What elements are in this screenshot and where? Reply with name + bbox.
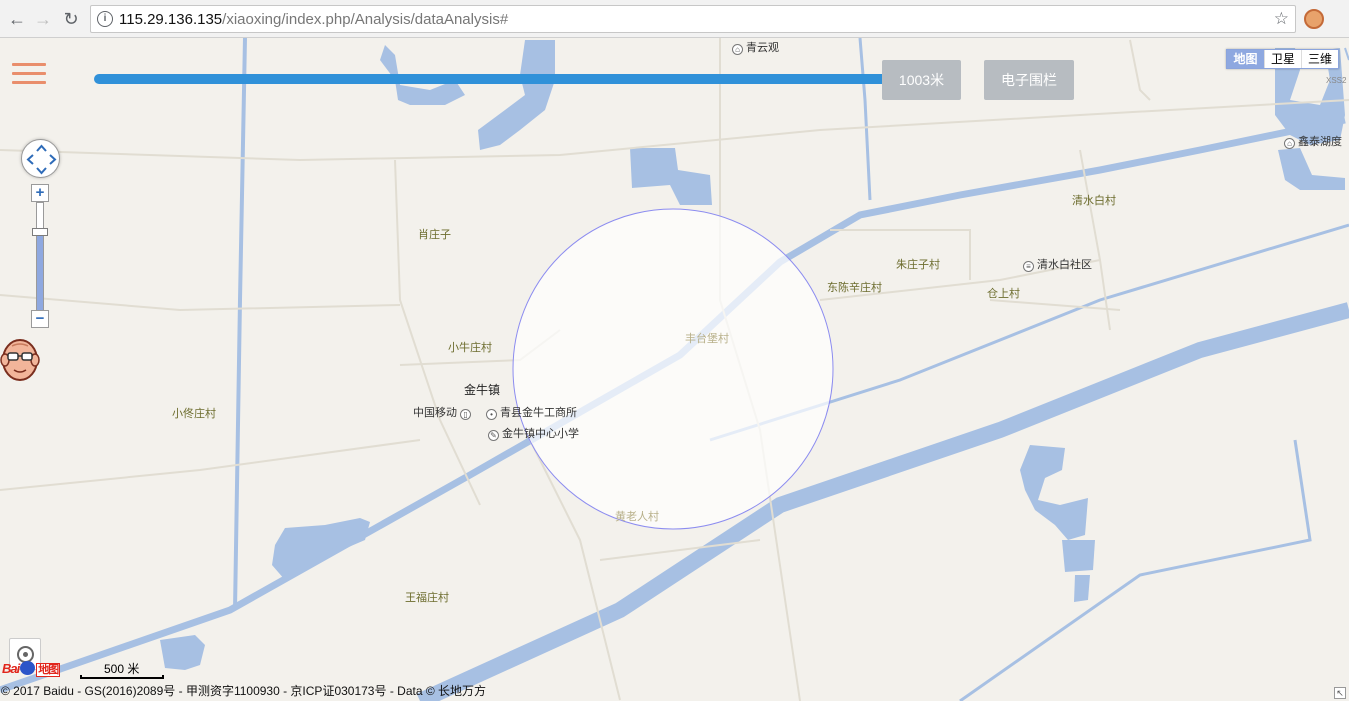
corner-tag: XSS2 — [1326, 76, 1347, 85]
poi-label: 青云观 — [746, 42, 779, 54]
geofence-button[interactable]: 电子围栏 — [984, 60, 1074, 100]
poi-dongchenxinzhuangcun[interactable]: 东陈辛庄村 — [827, 279, 882, 295]
zoom-slider-fill — [37, 234, 43, 310]
map-type-map[interactable]: 地图 — [1227, 50, 1264, 68]
map-type-satellite[interactable]: 卫星 — [1264, 50, 1301, 68]
poi-xintaihudu[interactable]: ⌂ 鑫泰湖度 — [1284, 133, 1342, 149]
back-arrow-icon[interactable]: ← — [6, 8, 28, 30]
poi-zhongxinxiaoxue[interactable]: ✎ 金牛镇中心小学 — [488, 425, 579, 441]
map-background — [0, 38, 1349, 701]
info-icon[interactable]: i — [97, 11, 113, 27]
poi-huanglaorencun[interactable]: 黄老人村 — [615, 508, 659, 524]
map-type-3d[interactable]: 三维 — [1301, 50, 1338, 68]
hamburger-menu-icon[interactable] — [12, 63, 46, 87]
geofence-circle — [512, 208, 834, 530]
map-canvas[interactable]: XSS2 ⌂ 青云观 ⌂ 鑫泰湖度 清水白村 肖庄子 朱庄子村 ≡ 清水白社区 东陈辛… — [0, 38, 1349, 701]
forward-arrow-icon[interactable]: → — [32, 8, 54, 30]
poi-cangshangcun[interactable]: 仓上村 — [987, 285, 1020, 301]
elder-avatar-marker[interactable] — [0, 336, 40, 382]
poi-label: 青县金牛工商所 — [500, 407, 577, 419]
expand-corner-icon[interactable]: ↖ — [1334, 687, 1346, 699]
resort-icon: ⌂ — [1284, 138, 1295, 149]
zoom-in-button[interactable]: + — [31, 184, 49, 202]
poi-jinniuzhen[interactable]: 金牛镇 — [464, 381, 500, 398]
url-text[interactable]: 115.29.136.135/xiaoxing/index.php/Analys… — [119, 11, 508, 28]
scale-bar — [80, 675, 164, 679]
url-host: 115.29.136.135 — [119, 11, 223, 28]
poi-label: 鑫泰湖度 — [1298, 136, 1342, 148]
extension-icon[interactable] — [1304, 9, 1324, 29]
radius-slider[interactable] — [94, 74, 894, 84]
url-path: /xiaoxing/index.php/Analysis/dataAnalysi… — [222, 11, 509, 28]
government-icon: • — [486, 409, 497, 420]
poi-fengtaibaocun[interactable]: 丰台堡村 — [685, 330, 729, 346]
zoom-slider-handle[interactable] — [32, 228, 48, 236]
mobile-store-icon: ▯ — [460, 409, 472, 420]
poi-qingyunguan[interactable]: ⌂ 青云观 — [732, 39, 779, 55]
poi-zhuzhuangzicun[interactable]: 朱庄子村 — [896, 256, 940, 272]
poi-gongshangsuo[interactable]: • 青县金牛工商所 — [486, 404, 577, 420]
community-icon: ≡ — [1023, 261, 1034, 272]
poi-qingshuibaicun[interactable]: 清水白村 — [1072, 192, 1116, 208]
poi-xiaotongzhuangcun[interactable]: 小佟庄村 — [172, 405, 216, 421]
school-icon: ✎ — [488, 430, 499, 441]
distance-button[interactable]: 1003米 — [882, 60, 961, 100]
bookmark-star-icon[interactable]: ☆ — [1274, 9, 1289, 29]
poi-label: 金牛镇中心小学 — [502, 428, 579, 440]
temple-icon: ⌂ — [732, 44, 743, 55]
zoom-out-button[interactable]: − — [31, 310, 49, 328]
map-type-switch: 地图 卫星 三维 — [1226, 49, 1339, 69]
paw-icon — [20, 661, 36, 675]
address-bar[interactable]: i 115.29.136.135/xiaoxing/index.php/Anal… — [90, 5, 1296, 33]
poi-wangfuzhuangcun[interactable]: 王福庄村 — [405, 589, 449, 605]
pan-arrows-icon — [26, 144, 57, 175]
pan-control[interactable] — [21, 139, 60, 178]
browser-toolbar: ← → ↻ i 115.29.136.135/xiaoxing/index.ph… — [0, 0, 1349, 38]
poi-zhongguoyidong[interactable]: 中国移动 ▯ — [413, 404, 474, 420]
poi-label: 清水白社区 — [1037, 259, 1092, 271]
baidu-logo[interactable]: Bai 地图 — [2, 661, 61, 677]
poi-qingshuibaishequ[interactable]: ≡ 清水白社区 — [1023, 256, 1092, 272]
poi-xiaozhuangzi[interactable]: 肖庄子 — [418, 226, 451, 242]
poi-xiaoniuzhuangcun[interactable]: 小牛庄村 — [448, 339, 492, 355]
reload-icon[interactable]: ↻ — [60, 8, 82, 30]
copyright-text: © 2017 Baidu - GS(2016)2089号 - 甲测资字11009… — [1, 684, 487, 698]
poi-label: 中国移动 — [413, 407, 457, 419]
